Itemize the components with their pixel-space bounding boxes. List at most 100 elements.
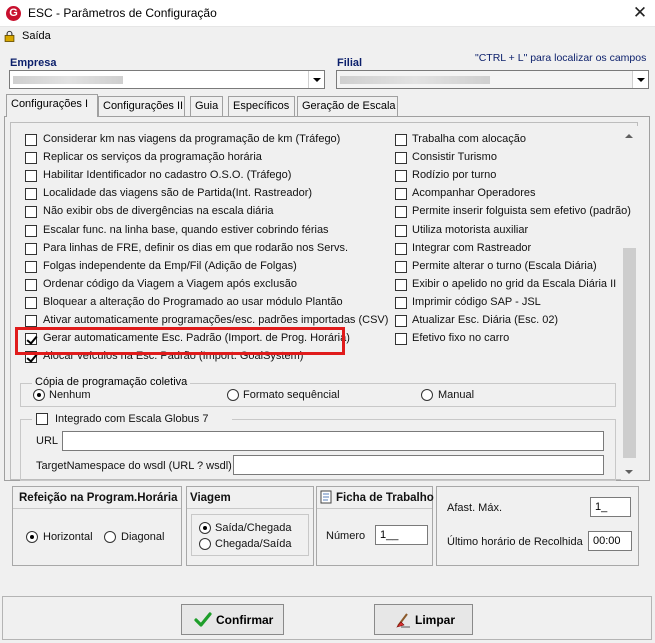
menu-bar — [0, 27, 655, 45]
confirm-button[interactable]: Confirmar — [181, 604, 284, 635]
radio-diagonal[interactable] — [104, 531, 116, 543]
window-title: ESC - Parâmetros de Configuração — [28, 6, 217, 20]
confirm-button-label: Confirmar — [216, 613, 274, 627]
globus-title: Integrado com Escala Globus 7 — [55, 413, 209, 425]
search-hint: "CTRL + L" para localizar os campos — [475, 52, 647, 64]
option-label: Considerar km nas viagens da programação… — [43, 133, 341, 145]
lock-icon — [4, 30, 15, 42]
option-checkbox[interactable] — [395, 152, 407, 165]
radio-nenhum-label: Nenhum — [49, 389, 91, 401]
vertical-scrollbar[interactable] — [621, 126, 638, 480]
option-label: Localidade das viagens são de Partida(In… — [43, 187, 313, 200]
option-checkbox[interactable] — [395, 206, 407, 219]
option-label: Ativar automaticamente programações/esc.… — [43, 314, 389, 326]
radio-manual[interactable] — [421, 389, 433, 401]
close-icon[interactable]: ✕ — [628, 1, 652, 25]
radio-chegada-saida[interactable] — [199, 538, 211, 550]
menu-item-exit[interactable]: Saída — [22, 30, 51, 42]
scroll-down-icon[interactable] — [625, 470, 633, 474]
chevron-down-icon[interactable] — [308, 71, 324, 88]
option-label: Permite inserir folguista sem efetivo (p… — [412, 205, 631, 218]
option-label: Permite alterar o turno (Escala Diária) — [412, 259, 597, 272]
document-icon — [320, 490, 332, 504]
option-checkbox[interactable] — [395, 333, 407, 346]
option-label: Bloquear a alteração do Programado ao us… — [43, 295, 343, 308]
radio-saida-chegada[interactable] — [199, 522, 211, 534]
option-label: Folgas independente da Emp/Fil (Adição d… — [43, 259, 297, 272]
ficha-separator — [317, 508, 432, 509]
tab-geracao-de-escala[interactable]: Geração de Escala — [297, 96, 398, 116]
afast-max-input[interactable]: 1_ — [590, 497, 631, 517]
option-checkbox[interactable] — [25, 315, 37, 327]
radio-manual-label: Manual — [438, 389, 475, 401]
refeicao-separator — [13, 508, 181, 509]
url-input[interactable] — [62, 431, 604, 451]
option-checkbox[interactable] — [25, 296, 37, 309]
option-label: Atualizar Esc. Diária (Esc. 02) — [412, 314, 559, 326]
option-checkbox[interactable] — [395, 242, 407, 255]
recolhida-label: Último horário de Recolhida — [447, 536, 583, 548]
option-checkbox[interactable] — [25, 134, 37, 146]
viagem-separator — [187, 508, 313, 509]
globus-checkbox[interactable] — [36, 413, 48, 425]
option-checkbox[interactable] — [25, 224, 37, 237]
radio-horizontal-label: Horizontal — [43, 531, 93, 543]
option-checkbox[interactable] — [25, 188, 37, 201]
radio-saida-chegada-label: Saída/Chegada — [215, 522, 292, 534]
radio-formato-sequencial-label: Formato sequêncial — [243, 389, 340, 401]
option-label: Exibir o apelido no grid da Escala Diári… — [412, 277, 617, 290]
option-label: Imprimir código SAP - JSL — [412, 295, 541, 308]
option-checkbox[interactable] — [25, 278, 37, 291]
option-label: Trabalha com alocação — [412, 133, 526, 145]
option-label: Habilitar Identificador no cadastro O.S.… — [43, 169, 292, 182]
option-label: Consistir Turismo — [412, 151, 497, 164]
option-checkbox[interactable] — [395, 224, 407, 237]
option-checkbox[interactable] — [395, 260, 407, 273]
empresa-select[interactable] — [9, 70, 325, 89]
clear-button-label: Limpar — [415, 613, 456, 627]
chevron-down-icon[interactable] — [632, 71, 648, 88]
namespace-input[interactable] — [233, 455, 604, 475]
scroll-up-icon[interactable] — [625, 134, 633, 138]
filial-select[interactable] — [336, 70, 649, 89]
numero-input[interactable]: 1__ — [375, 525, 428, 545]
option-checkbox[interactable] — [25, 260, 37, 273]
afast-max-label: Afast. Máx. — [447, 502, 503, 514]
option-checkbox[interactable] — [395, 188, 407, 201]
clear-button[interactable]: Limpar — [374, 604, 473, 635]
option-checkbox[interactable] — [25, 152, 37, 165]
option-checkbox[interactable] — [25, 242, 37, 255]
option-label: Utiliza motorista auxiliar — [412, 223, 529, 236]
option-label: Escalar func. na linha base, quando esti… — [43, 223, 329, 236]
tab-configuracoes-i[interactable]: Configurações I — [6, 94, 98, 117]
radio-horizontal[interactable] — [26, 531, 38, 543]
numero-label: Número — [326, 530, 366, 542]
filial-label: Filial — [337, 57, 363, 69]
radio-nenhum[interactable] — [33, 389, 45, 401]
option-checkbox[interactable] — [395, 315, 407, 327]
option-checkbox[interactable] — [25, 206, 37, 219]
option-label: Rodízio por turno — [412, 169, 497, 182]
tab-especificos[interactable]: Específicos — [228, 96, 295, 116]
option-label: Acompanhar Operadores — [412, 187, 536, 200]
radio-chegada-saida-label: Chegada/Saída — [215, 538, 292, 550]
option-checkbox[interactable] — [395, 170, 407, 183]
option-label: Para linhas de FRE, definir os dias em q… — [43, 241, 349, 254]
checkmark-icon — [194, 612, 212, 627]
scrollbar-thumb[interactable] — [623, 248, 636, 458]
option-checkbox[interactable] — [395, 134, 407, 146]
option-label: Ordenar código da Viagem a Viagem após e… — [43, 277, 297, 290]
namespace-label: TargetNamespace do wsdl (URL ? wsdl) — [36, 460, 232, 472]
option-checkbox[interactable] — [25, 170, 37, 183]
recolhida-input[interactable]: 00:00 — [588, 531, 632, 551]
tab-guia[interactable]: Guia — [190, 96, 223, 116]
option-label: Não exibir obs de divergências na escala… — [43, 205, 274, 218]
button-bar — [2, 596, 652, 640]
radio-diagonal-label: Diagonal — [121, 531, 165, 543]
radio-formato-sequencial[interactable] — [227, 389, 239, 401]
tab-configuracoes-ii[interactable]: Configurações II — [98, 96, 185, 116]
option-label: Replicar os serviços da programação horá… — [43, 151, 262, 164]
option-checkbox[interactable] — [395, 296, 407, 309]
refeicao-title: Refeição na Program.Horária — [19, 492, 178, 504]
option-checkbox[interactable] — [395, 278, 407, 291]
